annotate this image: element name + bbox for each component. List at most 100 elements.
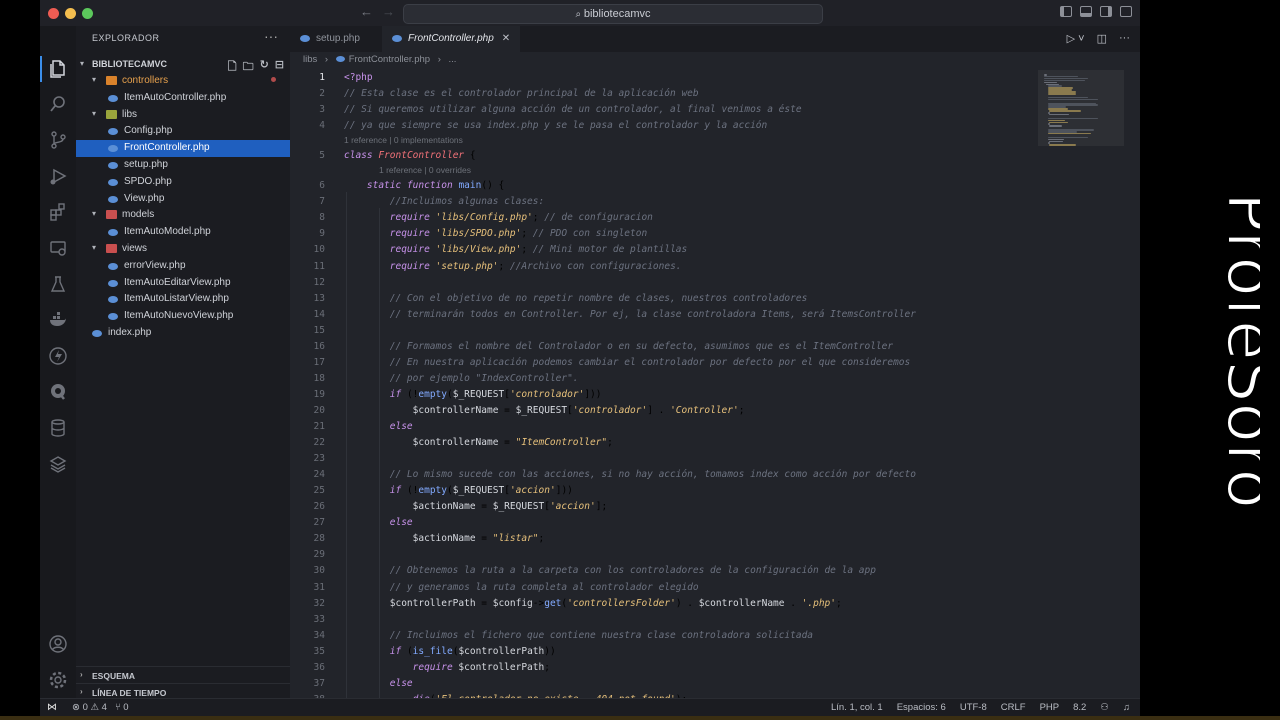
php-version-status[interactable]: 8.2 <box>1073 702 1086 713</box>
settings-gear-icon[interactable] <box>48 670 68 690</box>
php-file-icon <box>108 296 118 304</box>
tree-folder[interactable]: ▾ models <box>76 207 290 224</box>
more-actions-icon[interactable]: ··· <box>264 28 278 44</box>
indentation-status[interactable]: Espacios: 6 <box>897 702 946 713</box>
github-icon[interactable] <box>48 382 68 402</box>
tab-frontcontroller-php[interactable]: FrontController.php ✕ <box>382 26 520 52</box>
copilot-icon[interactable]: ⚇ <box>1100 702 1109 713</box>
database-icon[interactable] <box>48 418 68 438</box>
minimap-line <box>1049 110 1082 112</box>
maximize-window-button[interactable] <box>82 8 93 19</box>
eol-status[interactable]: CRLF <box>1001 702 1026 713</box>
command-center-label: bibliotecamvc <box>583 8 651 20</box>
tree-file[interactable]: errorView.php <box>76 258 290 275</box>
back-arrow-icon[interactable]: ← <box>360 4 373 19</box>
project-header[interactable]: ▾ BIBLIOTECAMVC 🗋 🗀 ↻ ⊟ <box>76 56 290 73</box>
tree-file[interactable]: Config.php <box>76 123 290 140</box>
codelens-references[interactable]: 1 reference | 0 overrides <box>379 165 471 175</box>
indent-guide <box>379 208 381 712</box>
source-control-icon[interactable] <box>48 130 68 150</box>
breadcrumb-symbol[interactable]: ... <box>449 54 457 65</box>
tree-file[interactable]: SPDO.php <box>76 174 290 191</box>
more-actions-icon[interactable]: ··· <box>1119 32 1130 45</box>
close-tab-icon[interactable]: ✕ <box>502 33 510 44</box>
line-number: 13 <box>313 292 325 304</box>
code-line: // Esta clase es el controlador principa… <box>344 88 699 100</box>
remote-indicator-icon[interactable]: ⋈ <box>40 699 64 716</box>
toggle-sidebar-icon[interactable] <box>1060 6 1072 17</box>
run-debug-icon[interactable] <box>48 166 68 186</box>
code-line: else <box>389 677 413 689</box>
encoding-status[interactable]: UTF-8 <box>960 702 987 713</box>
language-mode[interactable]: PHP <box>1040 702 1060 713</box>
line-number: 2 <box>319 88 325 100</box>
line-number: 11 <box>313 260 325 272</box>
remote-explorer-icon[interactable] <box>48 238 68 258</box>
line-number: 7 <box>319 196 325 208</box>
activity-bar <box>40 26 76 698</box>
extensions-icon[interactable] <box>48 202 68 222</box>
tree-folder[interactable]: ▾ controllers <box>76 73 290 90</box>
forward-arrow-icon[interactable]: → <box>382 4 395 19</box>
editor-actions: ▷ ˅ ◫ ··· <box>1067 32 1130 45</box>
breadcrumb-folder[interactable]: libs <box>303 54 317 65</box>
problems-status[interactable]: ⊗ 0 ⚠ 4 <box>72 702 107 713</box>
tree-file[interactable]: ItemAutoController.php <box>76 90 290 107</box>
toggle-secondary-sidebar-icon[interactable] <box>1100 6 1112 17</box>
tree-folder[interactable]: ▾ views <box>76 241 290 258</box>
tree-file[interactable]: index.php <box>76 325 290 342</box>
code-line: require 'libs/View.php'; // Mini motor d… <box>389 244 688 256</box>
editor-area: setup.php FrontController.php ✕ ▷ ˅ ◫ ···… <box>290 26 1140 712</box>
status-bar: ⋈ ⊗ 0 ⚠ 4 ⑂ 0 Lín. 1, col. 1 Espacios: 6… <box>40 698 1140 716</box>
line-number: 4 <box>319 120 325 132</box>
tree-file[interactable]: View.php <box>76 191 290 208</box>
tree-file[interactable]: setup.php <box>76 157 290 174</box>
thunder-client-icon[interactable] <box>48 346 68 366</box>
tree-file[interactable]: FrontController.php <box>76 140 290 157</box>
toggle-panel-icon[interactable] <box>1080 6 1092 17</box>
split-editor-icon[interactable]: ◫ <box>1097 32 1107 45</box>
command-center-search[interactable]: ⌕ bibliotecamvc <box>403 4 823 24</box>
ports-status[interactable]: ⑂ 0 <box>115 702 129 713</box>
minimap-line <box>1049 144 1076 146</box>
tree-file[interactable]: ItemAutoEditarView.php <box>76 275 290 292</box>
breadcrumb-file[interactable]: FrontController.php <box>349 54 430 65</box>
php-file-icon <box>300 34 310 42</box>
minimize-window-button[interactable] <box>65 8 76 19</box>
run-icon[interactable]: ▷ ˅ <box>1067 32 1085 45</box>
line-number: 6 <box>319 180 325 192</box>
search-icon[interactable] <box>48 94 68 114</box>
svg-text:ProfeSoro: ProfeSoro <box>1212 192 1260 509</box>
tree-item-label: View.php <box>124 192 165 204</box>
docker-icon[interactable] <box>48 310 68 330</box>
account-icon[interactable] <box>48 634 68 654</box>
tree-file[interactable]: ItemAutoModel.php <box>76 224 290 241</box>
tree-folder[interactable]: ▾ libs <box>76 107 290 124</box>
minimap[interactable] <box>1038 70 1124 146</box>
tab-setup-php[interactable]: setup.php <box>290 26 382 52</box>
php-file-icon <box>108 195 118 203</box>
codelens-references[interactable]: 1 reference | 0 implementations <box>344 135 463 145</box>
php-file-icon <box>108 229 118 237</box>
close-window-button[interactable] <box>48 8 59 19</box>
code-line: else <box>389 421 413 432</box>
customize-layout-icon[interactable] <box>1120 6 1132 17</box>
line-number: 14 <box>313 308 325 320</box>
code-line: // Lo mismo sucede con las acciones, si … <box>389 469 916 481</box>
line-number: 3 <box>319 104 325 116</box>
project-name: BIBLIOTECAMVC <box>92 59 167 69</box>
line-number: 17 <box>313 356 325 368</box>
notifications-bell-icon[interactable]: ♫ <box>1123 702 1130 713</box>
outline-section[interactable]: › ESQUEMA <box>76 666 290 684</box>
minimap-line <box>1047 98 1099 101</box>
explorer-sidebar: EXPLORADOR ··· ▾ BIBLIOTECAMVC 🗋 🗀 ↻ ⊟ ▾… <box>76 26 290 698</box>
testing-icon[interactable] <box>48 274 68 294</box>
tree-file[interactable]: ItemAutoListarView.php <box>76 291 290 308</box>
layers-icon[interactable] <box>48 454 68 474</box>
code-line: else <box>389 517 413 529</box>
cursor-position[interactable]: Lín. 1, col. 1 <box>831 702 883 713</box>
explorer-icon[interactable] <box>48 58 68 78</box>
chevron-right-icon: › <box>324 54 329 65</box>
chevron-down-icon: ▾ <box>92 75 97 84</box>
tree-file[interactable]: ItemAutoNuevoView.php <box>76 308 290 325</box>
